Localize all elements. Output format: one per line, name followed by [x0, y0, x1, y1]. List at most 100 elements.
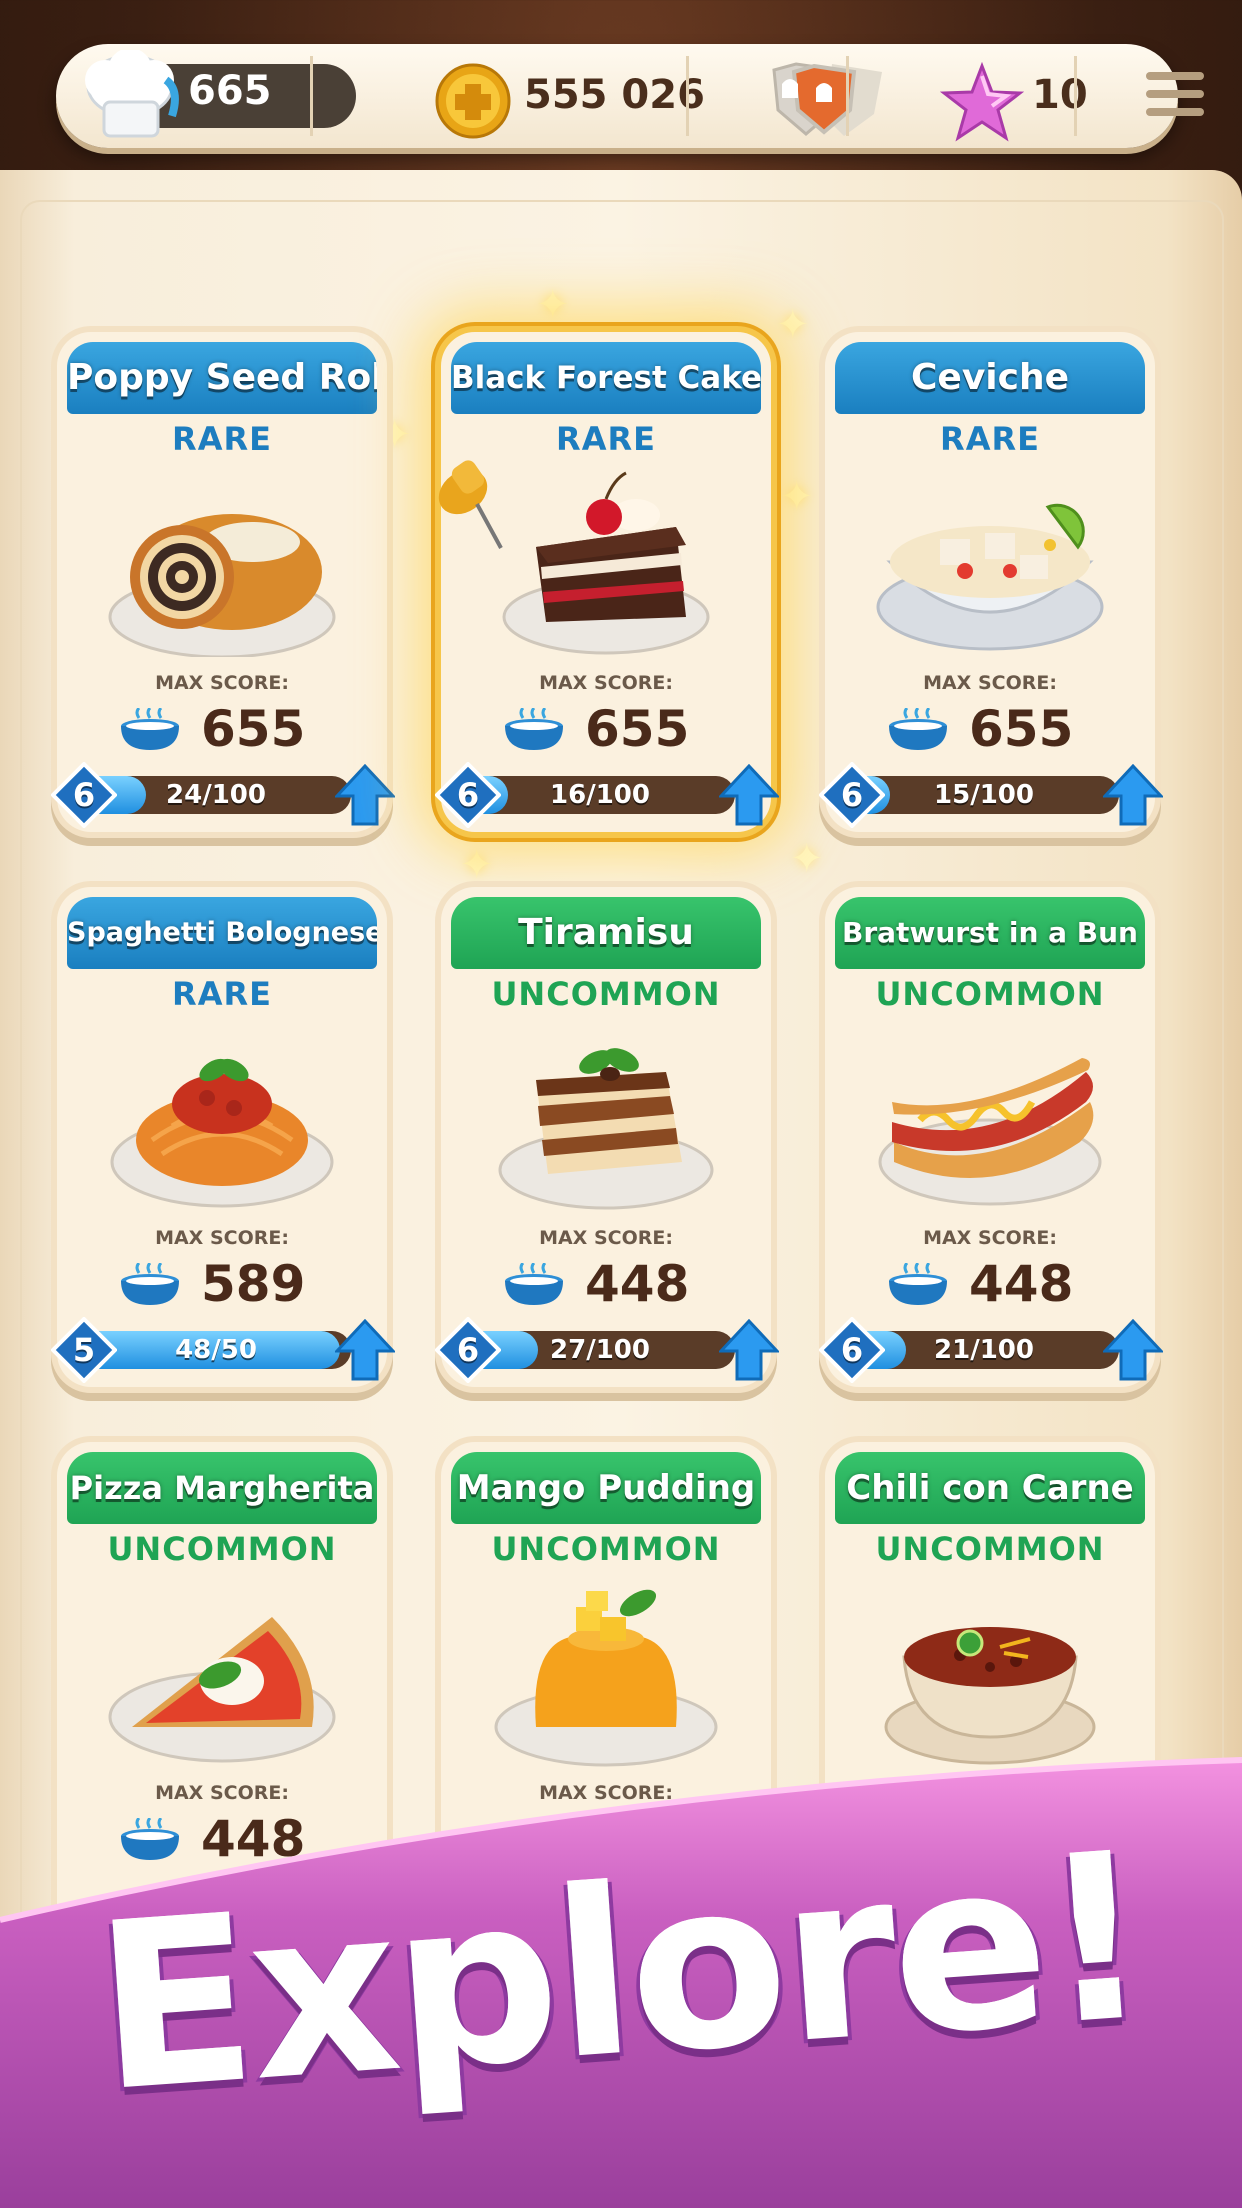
card-title: Bratwurst in a Bun — [835, 897, 1145, 969]
recipe-card-featured[interactable]: Black Forest Cake RARE MAX SCORE: 655 16… — [435, 332, 779, 832]
progress-text: 27/100 — [550, 1335, 650, 1365]
black-forest-cake-image — [502, 471, 710, 655]
sparkle-icon: ✦ — [460, 842, 494, 888]
sparkle-icon: ✦ — [536, 282, 570, 328]
max-score-label: MAX SCORE: — [539, 672, 673, 694]
level-progress: 48/50 5 — [51, 1317, 397, 1383]
upgrade-arrow-icon[interactable] — [335, 1319, 395, 1381]
bratwurst-image — [878, 1058, 1102, 1206]
recipe-card[interactable]: Poppy Seed Roll RARE MAX SCORE: 655 24/1… — [51, 332, 395, 832]
tiramisu-image — [498, 1048, 714, 1210]
recipe-card[interactable]: Ceviche RARE MAX SCORE: 655 15/100 6 — [819, 332, 1163, 832]
rarity-label: UNCOMMON — [491, 975, 721, 1013]
card-title: Spaghetti Bolognese — [67, 897, 377, 969]
chef-count: 665 — [188, 68, 272, 114]
score-row: 655 — [885, 700, 1115, 760]
rarity-label: RARE — [172, 420, 272, 458]
progress-bar: 16/100 — [465, 776, 735, 814]
ceviche-image — [876, 503, 1104, 651]
upgrade-arrow-icon[interactable] — [719, 1319, 779, 1381]
star-icon[interactable] — [940, 62, 1024, 142]
card-title: Mango Pudding — [451, 1452, 761, 1524]
max-score-label: MAX SCORE: — [923, 672, 1057, 694]
mango-pudding-image — [494, 1589, 718, 1767]
max-score-value: 655 — [969, 700, 1074, 758]
card-title: Pizza Margherita — [67, 1452, 377, 1524]
max-score-value: 448 — [969, 1255, 1074, 1313]
card-title: Poppy Seed Roll — [67, 342, 377, 414]
score-row: 448 — [885, 1255, 1115, 1315]
level-progress: 15/100 6 — [819, 762, 1165, 828]
progress-text: 21/100 — [934, 1335, 1034, 1365]
upgrade-arrow-icon[interactable] — [1103, 1319, 1163, 1381]
level-number: 6 — [840, 1331, 864, 1369]
rarity-label: UNCOMMON — [107, 1530, 337, 1568]
max-score-value: 448 — [585, 1255, 690, 1313]
progress-bar: 15/100 — [849, 776, 1119, 814]
sparkle-icon: ✦ — [790, 836, 824, 882]
soup-bowl-icon — [121, 1263, 179, 1305]
max-score-label: MAX SCORE: — [923, 1227, 1057, 1249]
progress-bar: 24/100 — [81, 776, 351, 814]
coin-count: 555 026 — [524, 72, 705, 118]
upgrade-arrow-icon[interactable] — [335, 764, 395, 826]
poppy-seed-roll-image — [108, 514, 336, 657]
level-progress: 21/100 6 — [819, 1317, 1165, 1383]
progress-bar: 21/100 — [849, 1331, 1119, 1369]
rarity-label: RARE — [172, 975, 272, 1013]
rarity-label: UNCOMMON — [875, 975, 1105, 1013]
divider — [1074, 56, 1077, 136]
card-title: Chili con Carne — [835, 1452, 1145, 1524]
max-score-label: MAX SCORE: — [155, 672, 289, 694]
score-row: 589 — [117, 1255, 347, 1315]
level-number: 5 — [72, 1331, 96, 1369]
pin-icon[interactable] — [431, 452, 511, 562]
recipe-card[interactable]: Tiramisu UNCOMMON MAX SCORE: 448 27/100 … — [435, 887, 779, 1387]
progress-text: 16/100 — [550, 780, 650, 810]
progress-text: 24/100 — [166, 780, 266, 810]
sparkle-icon: ✦ — [776, 302, 810, 348]
level-number: 6 — [72, 776, 96, 814]
score-row: 655 — [117, 700, 347, 760]
chef-hat-icon — [85, 50, 179, 138]
shield-icon[interactable] — [756, 58, 886, 140]
level-number: 6 — [456, 776, 480, 814]
level-number: 6 — [456, 1331, 480, 1369]
progress-bar: 27/100 — [465, 1331, 735, 1369]
progress-text: 15/100 — [934, 780, 1034, 810]
chili-con-carne-image — [884, 1627, 1096, 1765]
pizza-margherita-image — [108, 1617, 336, 1763]
rarity-label: RARE — [940, 420, 1040, 458]
progress-text: 48/50 — [175, 1335, 257, 1365]
max-score-value: 655 — [585, 700, 690, 758]
score-row: 448 — [501, 1255, 731, 1315]
soup-bowl-icon — [121, 708, 179, 750]
soup-bowl-icon — [505, 708, 563, 750]
upgrade-arrow-icon[interactable] — [719, 764, 779, 826]
level-progress: 27/100 6 — [435, 1317, 781, 1383]
score-row: 655 — [501, 700, 731, 760]
card-title: Tiramisu — [451, 897, 761, 969]
max-score-value: 655 — [201, 700, 306, 758]
level-number: 6 — [840, 776, 864, 814]
level-progress: 24/100 6 — [51, 762, 397, 828]
recipe-card[interactable]: Spaghetti Bolognese RARE MAX SCORE: 589 … — [51, 887, 395, 1387]
rarity-label: UNCOMMON — [875, 1530, 1105, 1568]
max-score-value: 589 — [201, 1255, 306, 1313]
divider — [310, 56, 313, 136]
recipe-card[interactable]: Bratwurst in a Bun UNCOMMON MAX SCORE: 4… — [819, 887, 1163, 1387]
level-progress: 16/100 6 — [435, 762, 781, 828]
rarity-label: UNCOMMON — [491, 1530, 721, 1568]
card-title: Black Forest Cake — [451, 342, 761, 414]
star-count: 10 — [1032, 72, 1088, 118]
soup-bowl-icon — [889, 1263, 947, 1305]
soup-bowl-icon — [889, 708, 947, 750]
top-bar: 665 555 026 10 — [56, 44, 1204, 148]
menu-icon[interactable] — [1146, 72, 1204, 120]
upgrade-arrow-icon[interactable] — [1103, 764, 1163, 826]
progress-bar: 48/50 — [81, 1331, 351, 1369]
max-score-label: MAX SCORE: — [539, 1227, 673, 1249]
sparkle-icon: ✦ — [780, 474, 814, 520]
spaghetti-bolognese-image — [110, 1058, 334, 1208]
coin-icon[interactable] — [434, 62, 512, 140]
